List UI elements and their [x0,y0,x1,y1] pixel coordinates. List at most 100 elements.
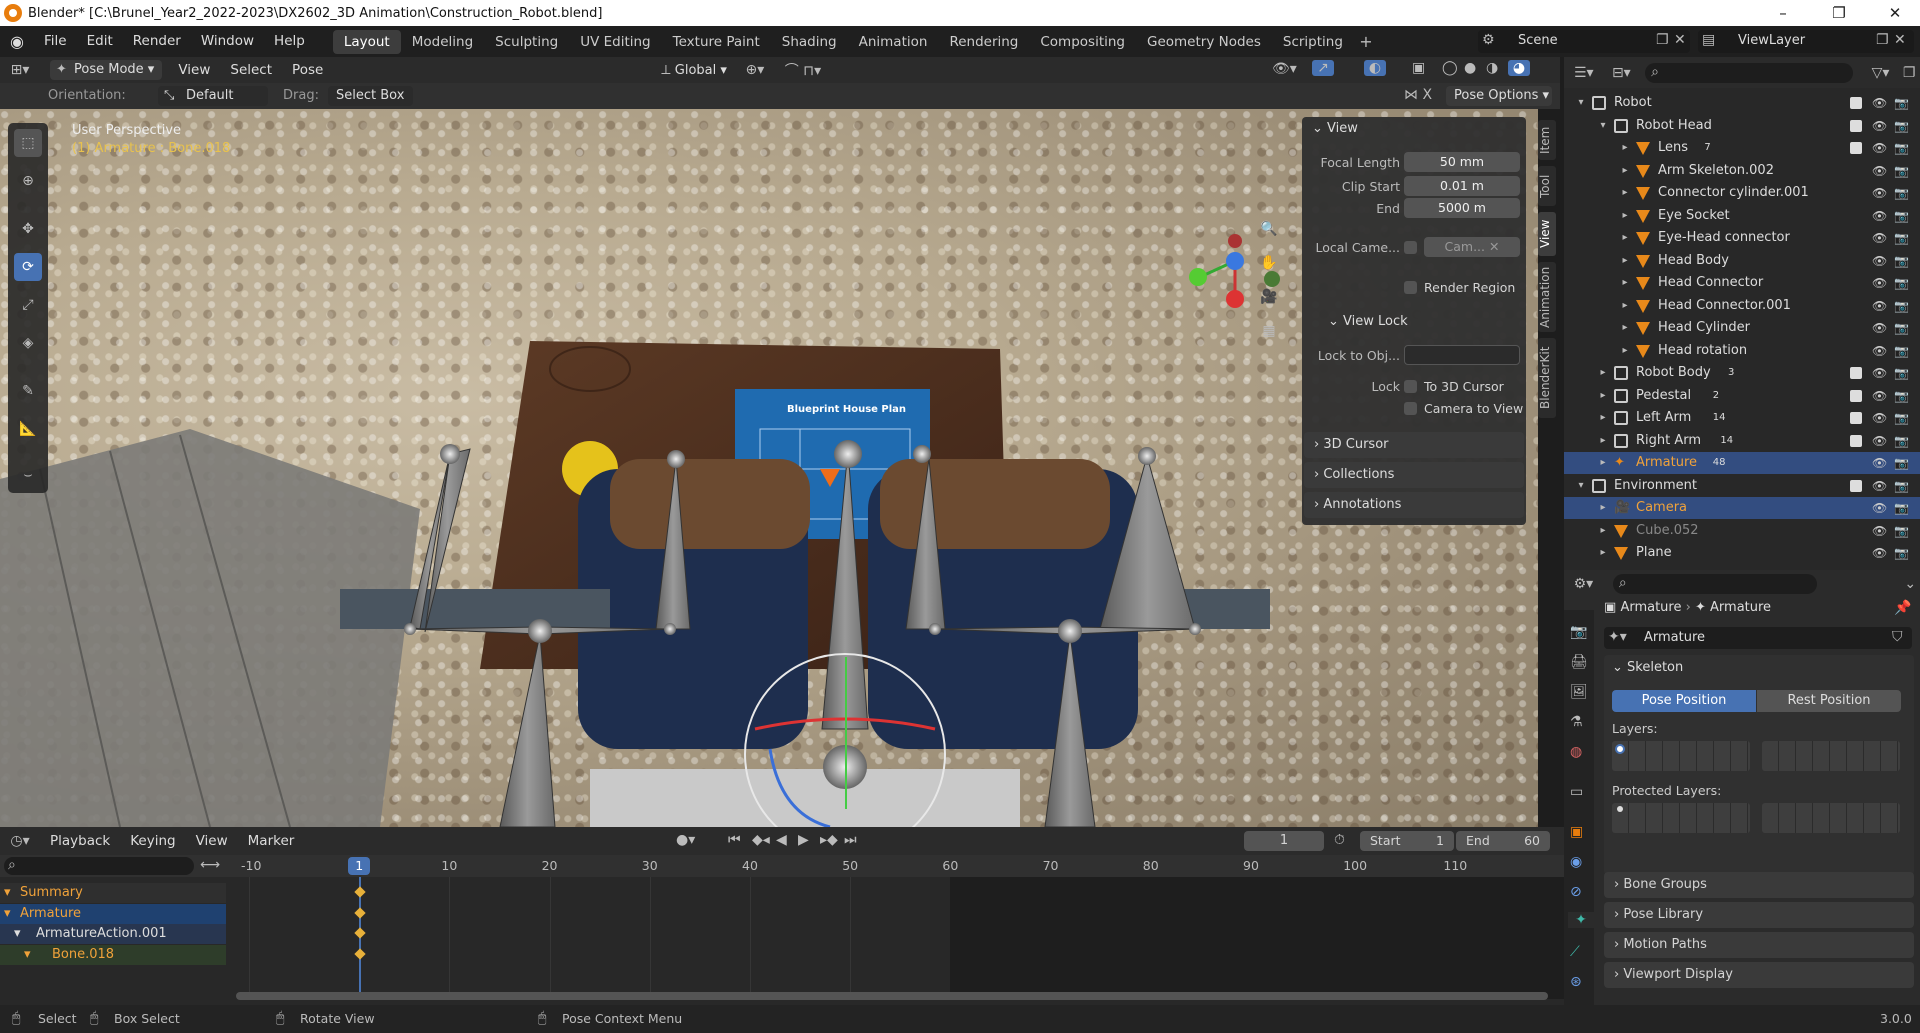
exclude-checkbox[interactable] [1850,119,1862,132]
npanel-tab-item[interactable]: Item [1538,120,1556,160]
start-frame-field[interactable]: Start 1 [1360,831,1454,851]
expand-toggle-icon[interactable]: ▸ [1598,452,1608,474]
view-layer-props-icon[interactable]: 🖼 [1570,684,1588,700]
outliner-row[interactable]: ▸ Right Arm 14 👁 📷 [1564,430,1920,452]
annotations-panel[interactable]: › Annotations [1304,492,1524,518]
render-camera-icon[interactable]: 📷 [1894,92,1909,114]
preview-range-icon[interactable]: ⏱ [1334,832,1345,848]
outliner-row[interactable]: ▸ ✦ Armature 48 👁 📷 [1564,452,1920,474]
grid-view-icon[interactable]: ▦ [1258,323,1280,339]
expand-toggle-icon[interactable]: ▸ [1598,497,1608,519]
workspace-tab-layout[interactable]: Layout [332,29,401,54]
visibility-eye-icon[interactable]: 👁 [1872,205,1887,227]
outliner-row[interactable]: ▸ Head Body 👁 📷 [1564,250,1920,272]
pivot-point-icon[interactable]: ⊕▾ [735,62,775,78]
channel-row[interactable]: ▾ ArmatureAction.001 [0,924,226,944]
channel-row[interactable]: ▾ Armature [0,903,226,924]
expand-toggle-icon[interactable]: ▾ [1576,92,1586,114]
collections-panel[interactable]: › Collections [1304,462,1524,488]
close-icon[interactable]: ✕ [1872,0,1918,26]
playhead-label[interactable]: 1 [348,857,371,875]
play-reverse-icon[interactable]: ◀ [776,832,787,848]
menu-help[interactable]: Help [264,26,315,57]
workspace-tab-compositing[interactable]: Compositing [1029,30,1136,54]
outliner-row[interactable]: ▸ Robot Body 3 👁 📷 [1564,362,1920,384]
workspace-tab-texture-paint[interactable]: Texture Paint [662,30,771,54]
new-viewlayer-icon[interactable]: ❐ [1876,32,1889,48]
timeline-scrollbar[interactable] [236,992,1548,1000]
pose-position-button[interactable]: Pose Position [1612,690,1756,712]
keyframe-diamond[interactable] [354,886,366,898]
outliner-row[interactable]: ▾ Robot Head 👁 📷 [1564,115,1920,137]
render-region-checkbox[interactable] [1404,281,1417,294]
delete-viewlayer-icon[interactable]: ✕ [1894,32,1906,48]
render-props-icon[interactable]: 📷 [1570,624,1587,640]
outliner-search-input[interactable]: ⌕ [1645,62,1853,83]
outliner-row[interactable]: ▸ Left Arm 14 👁 📷 [1564,407,1920,429]
properties-editor-type-icon[interactable]: ⚙▾ [1564,576,1603,592]
workspace-tab-modeling[interactable]: Modeling [401,30,484,54]
protected-layers-grid-right[interactable] [1762,803,1900,833]
expand-toggle-icon[interactable]: ▸ [1598,520,1608,542]
exclude-checkbox[interactable] [1850,97,1862,109]
expand-toggle-icon[interactable]: ▸ [1620,182,1630,204]
render-camera-icon[interactable]: 📷 [1894,295,1909,317]
layers-grid-left[interactable] [1612,741,1750,771]
npanel-tab-blenderkit[interactable]: BlenderKit [1538,338,1556,418]
current-frame-field[interactable]: 1 [1244,831,1324,851]
object-props-icon[interactable]: ▣ [1570,824,1583,840]
timeline-menu-view[interactable]: View [186,826,238,857]
render-camera-icon[interactable]: 📷 [1894,137,1909,159]
outliner-row[interactable]: ▸ Cube.052 👁 📷 [1564,520,1920,542]
new-collection-icon[interactable]: ❐ [1898,65,1920,81]
render-camera-icon[interactable]: 📷 [1894,430,1909,452]
annotate-tool-icon[interactable]: ✎ [14,377,42,405]
outliner-row[interactable]: ▸ Connector cylinder.001 👁 📷 [1564,182,1920,204]
outliner-row[interactable]: ▸ Arm Skeleton.002 👁 📷 [1564,160,1920,182]
zoom-icon[interactable]: 🔍 [1258,221,1280,237]
expand-toggle-icon[interactable]: ▸ [1620,250,1630,272]
camera-to-view-checkbox[interactable] [1404,402,1417,415]
collection-props-icon[interactable]: ▭ [1570,784,1583,800]
pose-options-dropdown[interactable]: Pose Options ▾ [1446,86,1552,106]
outliner-row[interactable]: ▾ Robot 👁 📷 [1564,92,1920,114]
outliner-row[interactable]: ▸ Lens 7 👁 📷 [1564,137,1920,159]
exclude-checkbox[interactable] [1850,434,1862,447]
render-camera-icon[interactable]: 📷 [1894,407,1909,429]
expand-toggle-icon[interactable]: ▸ [1598,362,1608,384]
render-camera-icon[interactable]: 📷 [1894,205,1909,227]
exclude-checkbox[interactable] [1850,479,1862,492]
play-icon[interactable]: ▶ [798,832,809,848]
visibility-icon[interactable]: 👁▾ [1272,61,1297,77]
render-camera-icon[interactable]: 📷 [1894,452,1909,474]
clip-end-field[interactable]: 5000 m [1404,198,1520,218]
skeleton-panel-header[interactable]: ⌄ Skeleton [1612,660,1683,675]
render-camera-icon[interactable]: 📷 [1894,227,1909,249]
outliner-row[interactable]: ▾ Environment 👁 📷 [1564,475,1920,497]
channel-search-input[interactable]: ⌕ [4,857,194,875]
expand-toggle-icon[interactable]: ▸ [1620,295,1630,317]
expand-toggle-icon[interactable]: ▾ [1598,115,1608,137]
minimize-icon[interactable]: – [1760,0,1806,26]
world-props-icon[interactable]: ◍ [1570,744,1582,760]
sync-channels-icon[interactable]: ⟷ [200,857,220,873]
outliner-row[interactable]: ▸ Eye-Head connector 👁 📷 [1564,227,1920,249]
fake-user-shield-icon[interactable]: ⛉ [1892,629,1903,645]
render-camera-icon[interactable]: 📷 [1894,272,1909,294]
armature-data-props-icon[interactable]: ✦ [1568,912,1594,928]
shading-wireframe-icon[interactable]: ◯ [1442,60,1458,76]
timeline-menu-playback[interactable]: Playback [40,826,120,857]
visibility-eye-icon[interactable]: 👁 [1872,385,1887,407]
visibility-eye-icon[interactable]: 👁 [1872,340,1887,362]
physics-props-icon[interactable]: ◉ [1570,854,1582,870]
move-tool-icon[interactable]: ✥ [14,215,42,243]
clip-start-field[interactable]: 0.01 m [1404,176,1520,196]
shading-rendered-icon[interactable]: ◕ [1508,60,1530,76]
outliner-row[interactable]: ▸ 🎥 Camera 👁 📷 [1564,497,1920,519]
visibility-eye-icon[interactable]: 👁 [1872,182,1887,204]
jump-end-icon[interactable]: ⏭ [844,832,857,848]
visibility-eye-icon[interactable]: 👁 [1872,272,1887,294]
channel-expand-icon[interactable]: ▾ [4,883,11,903]
properties-options-icon[interactable]: ⌄ [1901,576,1920,592]
gizmo-toggle-icon[interactable]: ↗ [1312,60,1334,76]
